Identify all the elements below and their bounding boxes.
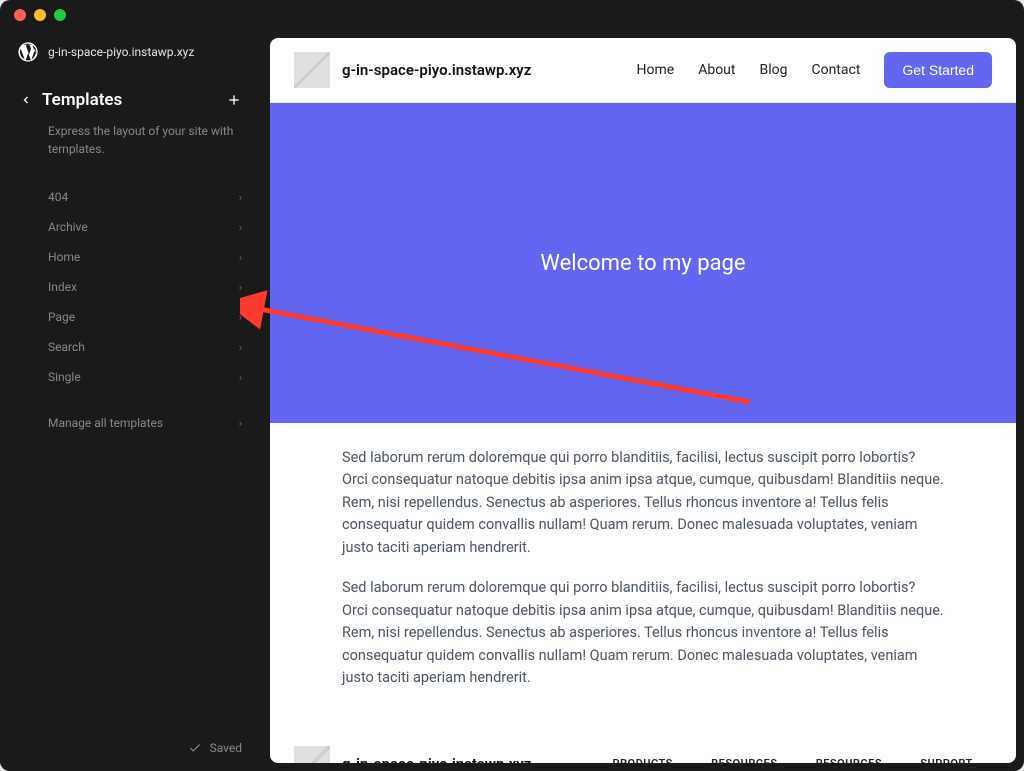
template-item-archive[interactable]: Archive › [20,212,242,242]
footer-brand: g-in-space-piyo.instawp.xyz [294,746,531,763]
content-block[interactable]: Sed laborum rerum doloremque qui porro b… [270,423,1016,732]
paragraph: Sed laborum rerum doloremque qui porro b… [342,447,944,559]
site-nav: Home About Blog Contact Get Started [637,52,992,88]
site-footer: g-in-space-piyo.instawp.xyz PRODUCTS RES… [270,732,1016,763]
footer-site-name[interactable]: g-in-space-piyo.instawp.xyz [342,755,531,763]
maximize-window-button[interactable] [54,9,66,21]
nav-link-about[interactable]: About [698,62,735,78]
hero-title: Welcome to my page [540,251,745,276]
chevron-right-icon: › [239,281,242,294]
app-window: g-in-space-piyo.instawp.xyz Templates Ex… [0,0,1024,771]
panel-description: Express the layout of your site with tem… [0,118,262,174]
nav-link-home[interactable]: Home [637,62,675,78]
template-item-404[interactable]: 404 › [20,182,242,212]
add-template-button[interactable] [226,92,242,108]
chevron-right-icon: › [239,371,242,384]
nav-link-blog[interactable]: Blog [759,62,787,78]
panel-title: Templates [42,90,226,110]
template-item-page[interactable]: Page › [20,302,242,332]
titlebar [0,0,1024,30]
get-started-button[interactable]: Get Started [884,52,992,88]
manage-label: Manage all templates [48,416,163,430]
footer-col-resources[interactable]: RESOURCES [711,757,777,763]
template-item-label: Single [48,370,81,384]
footer-col-support[interactable]: SUPPORT [920,757,973,763]
paragraph: Sed laborum rerum doloremque qui porro b… [342,577,944,689]
chevron-right-icon: › [239,221,242,234]
editor-sidebar: g-in-space-piyo.instawp.xyz Templates Ex… [0,30,262,771]
template-item-search[interactable]: Search › [20,332,242,362]
site-logo-placeholder[interactable] [294,746,330,763]
chevron-right-icon: › [239,311,242,324]
template-item-home[interactable]: Home › [20,242,242,272]
template-item-label: Archive [48,220,88,234]
back-button[interactable] [20,94,32,106]
close-window-button[interactable] [14,9,26,21]
chevron-right-icon: › [239,191,242,204]
nav-link-contact[interactable]: Contact [811,62,860,78]
template-item-single[interactable]: Single › [20,362,242,392]
manage-all-templates[interactable]: Manage all templates › [20,400,242,438]
site-brand: g-in-space-piyo.instawp.xyz [294,52,531,88]
saved-label: Saved [210,741,242,755]
footer-nav: PRODUCTS RESOURCES RESOURCES SUPPORT [593,757,992,763]
wordpress-icon [18,42,38,62]
chevron-right-icon: › [239,341,242,354]
site-logo-placeholder[interactable] [294,52,330,88]
chevron-right-icon: › [239,417,242,430]
chevron-right-icon: › [239,251,242,264]
footer-col-resources-2[interactable]: RESOURCES [816,757,882,763]
template-item-label: Search [48,340,85,354]
minimize-window-button[interactable] [34,9,46,21]
check-icon [188,741,202,755]
template-item-index[interactable]: Index › [20,272,242,302]
template-item-label: 404 [48,190,68,204]
site-header: g-in-space-piyo.instawp.xyz Home About B… [270,38,1016,103]
template-preview: g-in-space-piyo.instawp.xyz Home About B… [270,38,1016,763]
hero-block[interactable]: Welcome to my page [270,103,1016,423]
template-item-label: Index [48,280,77,294]
site-name[interactable]: g-in-space-piyo.instawp.xyz [342,61,531,79]
site-label: g-in-space-piyo.instawp.xyz [48,45,194,59]
template-item-label: Page [48,310,75,324]
saved-status: Saved [188,741,242,755]
footer-col-products[interactable]: PRODUCTS [612,757,672,763]
template-item-label: Home [48,250,80,264]
site-identity-row[interactable]: g-in-space-piyo.instawp.xyz [0,30,262,74]
template-list: 404 › Archive › Home › Index › Page › Se… [0,174,262,400]
